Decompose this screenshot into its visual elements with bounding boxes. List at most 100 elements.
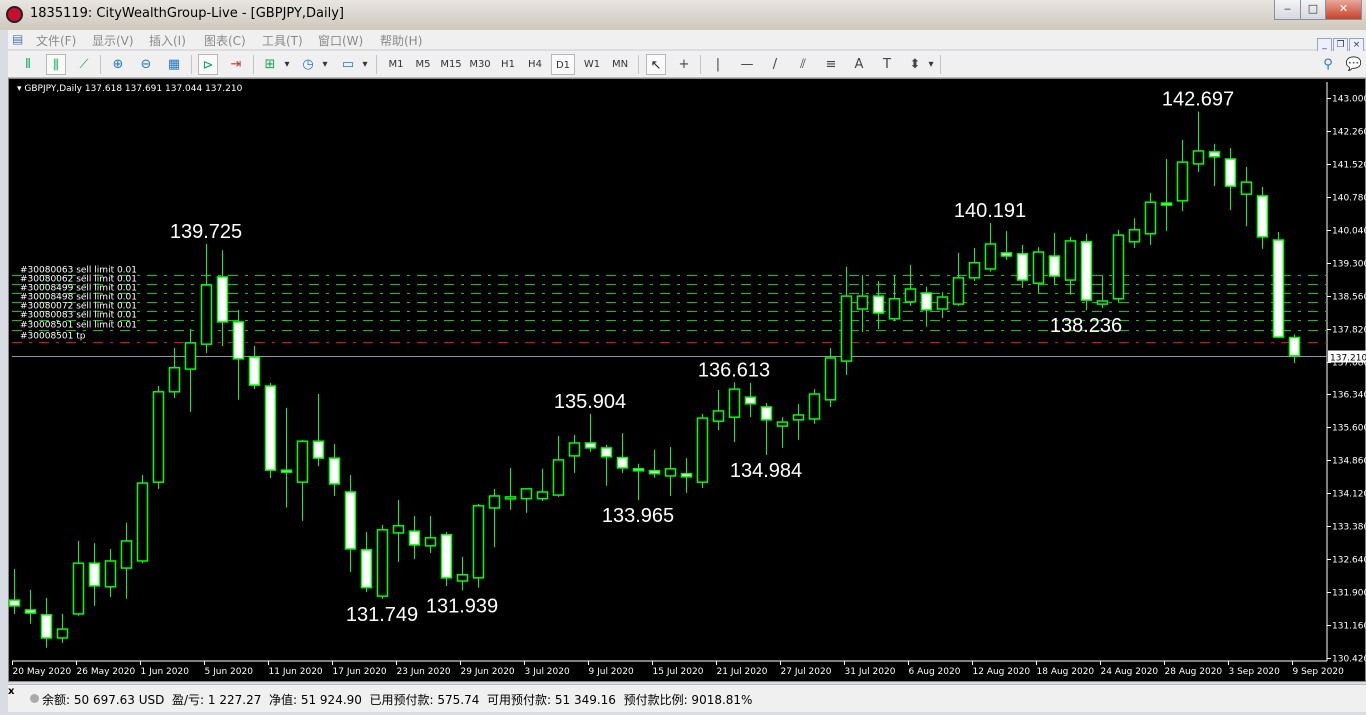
candle-body <box>1144 201 1157 235</box>
date-tick-label: 15 Jul 2020 <box>653 667 704 677</box>
bullish-candle <box>104 548 117 598</box>
bullish-candle <box>712 390 725 431</box>
bullish-candle <box>568 434 581 473</box>
date-tick-label: 17 Jun 2020 <box>333 667 387 677</box>
bearish-candle <box>1272 231 1285 338</box>
bearish-candle <box>40 597 53 648</box>
price-annotation: 136.613 <box>698 359 770 381</box>
price-tick-label: 141.520 <box>1332 161 1366 171</box>
candle-body <box>680 472 693 478</box>
bullish-candle <box>952 252 965 306</box>
candle-body <box>488 495 501 509</box>
date-tick-label: 27 Jul 2020 <box>781 667 832 677</box>
price-tick-label: 133.380 <box>1332 523 1366 533</box>
bearish-candle <box>632 463 645 501</box>
bearish-candle <box>600 444 613 486</box>
candle-body <box>152 391 165 483</box>
price-annotation: 133.965 <box>602 505 674 527</box>
candle-body <box>712 410 725 422</box>
date-tick-label: 3 Jul 2020 <box>525 667 570 677</box>
candle-body <box>696 417 709 483</box>
bearish-candle <box>1048 232 1061 285</box>
bearish-candle <box>616 433 629 473</box>
candle-body <box>872 295 885 314</box>
candle-body <box>1288 336 1301 357</box>
bullish-candle <box>552 435 565 497</box>
bullish-candle <box>200 243 213 354</box>
candle-body <box>808 393 821 420</box>
candle-body <box>8 599 21 607</box>
bullish-candle <box>888 275 901 322</box>
chart-symbol-ohlc: GBPJPY,Daily 137.618 137.691 137.044 137… <box>24 84 243 94</box>
candle-body <box>408 530 421 546</box>
bearish-candle <box>328 443 341 496</box>
terminal-close-button[interactable]: x <box>8 686 14 697</box>
price-annotation: 131.749 <box>346 604 418 626</box>
bullish-candle <box>296 439 309 521</box>
candlestick-chart[interactable]: 143.000 142.260 141.520 140.780 140.040 139.3… <box>1 1 1366 715</box>
price-tick-label: 134.860 <box>1332 457 1366 467</box>
candle-body <box>200 284 213 345</box>
candle-body <box>120 540 133 569</box>
bullish-candle <box>808 389 821 424</box>
candle-body <box>1048 255 1061 277</box>
candle-body <box>328 457 341 485</box>
price-tick-label: 130.420 <box>1332 655 1366 665</box>
candle-body <box>1000 252 1013 257</box>
bullish-candle <box>856 275 869 333</box>
chart-window[interactable]: 143.000 142.260 141.520 140.780 140.040 139.3… <box>8 78 1366 682</box>
candle-body <box>1160 202 1173 206</box>
candle-body <box>296 440 309 483</box>
candle-body <box>1064 240 1077 281</box>
candle-body <box>472 505 485 579</box>
order-label: #30008501 tp <box>20 332 86 342</box>
candle-body <box>88 562 101 587</box>
bearish-candle <box>1160 158 1173 232</box>
candle-body <box>568 442 581 457</box>
candle-body <box>280 469 293 473</box>
price-annotation: 142.697 <box>1162 88 1234 110</box>
bearish-candle <box>1016 244 1029 289</box>
price-tick-label: 134.120 <box>1332 490 1366 500</box>
bullish-candle <box>472 503 485 588</box>
bearish-candle <box>248 345 261 390</box>
price-tick-label: 140.780 <box>1332 194 1366 204</box>
bullish-candle <box>1144 192 1157 245</box>
bearish-candle <box>264 382 277 479</box>
candle-body <box>1256 195 1269 238</box>
date-tick-label: 20 May 2020 <box>13 667 72 677</box>
status-bar: x 余额: 50 697.63 USD 盈/亏: 1 227.27 净值: 51… <box>8 684 1366 712</box>
bullish-candle <box>184 329 197 412</box>
date-tick-label: 11 Jun 2020 <box>269 667 323 677</box>
price-annotation: 135.904 <box>554 391 626 413</box>
bullish-candle <box>1112 229 1125 303</box>
price-tick-label: 131.160 <box>1332 622 1366 632</box>
bullish-candle <box>392 499 405 562</box>
candle-body <box>1032 251 1045 284</box>
bullish-candle <box>376 524 389 599</box>
price-tick-label: 137.820 <box>1332 326 1366 336</box>
order-label: #30080083 sell limit 0.01 <box>20 311 137 321</box>
date-tick-label: 9 Sep 2020 <box>1293 667 1345 677</box>
candle-body <box>520 488 533 500</box>
date-tick-label: 12 Aug 2020 <box>973 667 1031 677</box>
price-annotation: 139.725 <box>170 221 242 243</box>
date-tick-label: 6 Aug 2020 <box>909 667 961 677</box>
candle-body <box>1128 229 1141 243</box>
bullish-candle <box>120 522 133 599</box>
bullish-candle <box>520 488 533 513</box>
date-tick-label: 1 Jun 2020 <box>141 667 190 677</box>
candle-body <box>936 296 949 310</box>
bearish-candle <box>584 413 597 452</box>
bearish-candle <box>1080 233 1093 311</box>
bearish-candle <box>360 532 373 593</box>
bearish-candle <box>1000 231 1013 261</box>
candle-body <box>40 614 53 639</box>
bullish-candle <box>664 446 677 496</box>
order-label: #30008501 sell limit 0.01 <box>20 321 137 331</box>
candle-body <box>1016 253 1029 281</box>
bullish-candle <box>728 382 741 443</box>
candle-body <box>584 442 597 449</box>
bearish-candle <box>408 515 421 560</box>
candle-body <box>920 292 933 311</box>
